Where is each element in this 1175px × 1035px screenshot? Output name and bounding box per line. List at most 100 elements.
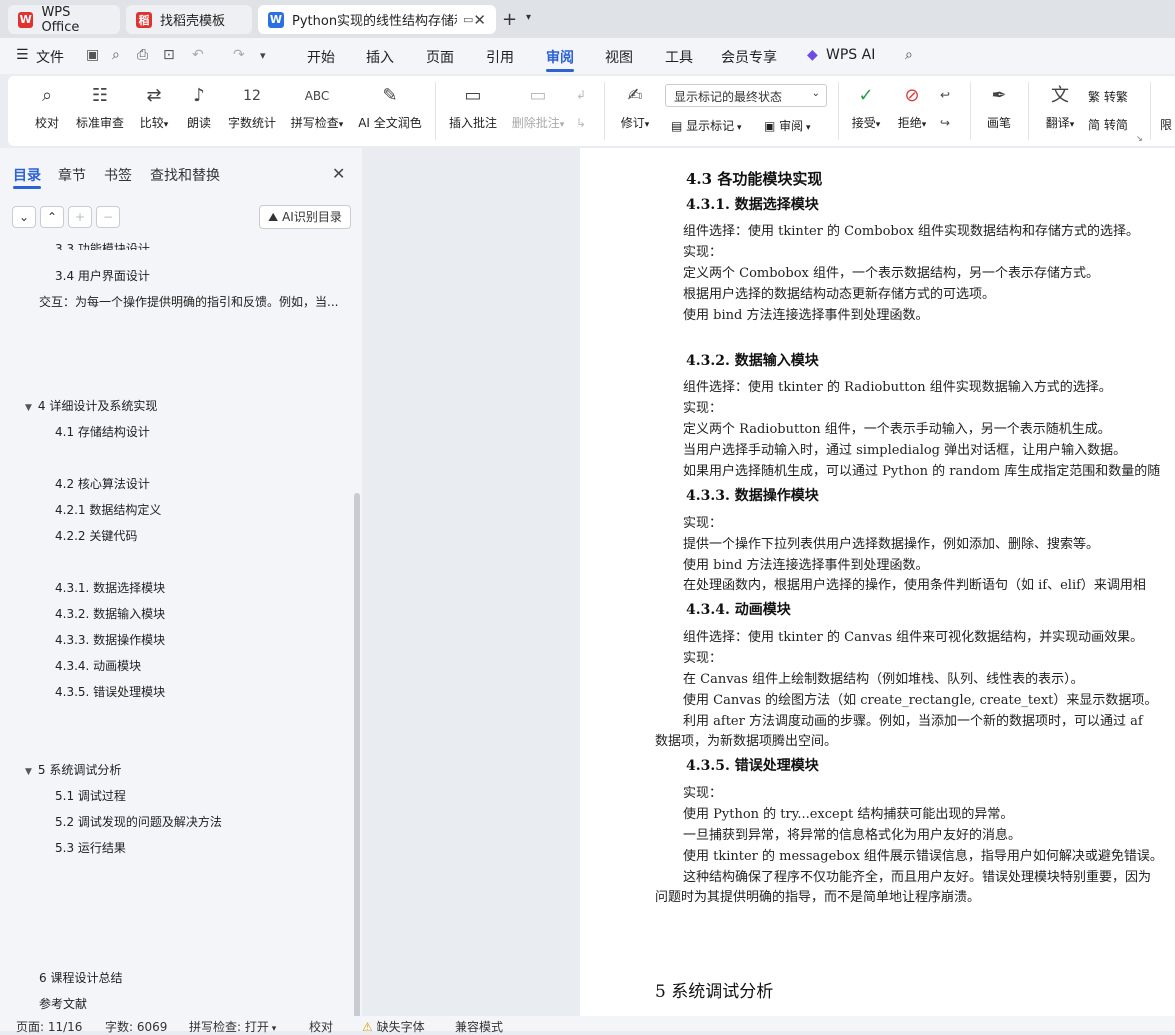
menu-insert[interactable]: 插入	[366, 47, 394, 67]
save-icon[interactable]: ▣	[86, 47, 99, 63]
button-label: 比较	[139, 116, 164, 130]
tab-docer-templates[interactable]: 稻 找稻壳模板	[126, 5, 252, 34]
chevron-down-icon[interactable]: ▾	[260, 49, 266, 62]
menu-home[interactable]: 开始	[307, 47, 335, 67]
tab-find-replace[interactable]: 查找和替换	[150, 165, 220, 185]
menu-references[interactable]: 引用	[486, 47, 514, 67]
proofread-button[interactable]: ⌕ 校对	[30, 84, 64, 131]
next-change-icon[interactable]: ↪	[940, 116, 950, 130]
ai-toc-button[interactable]: ⛰ AI识别目录	[259, 205, 351, 229]
share-icon[interactable]: ⌕	[112, 47, 120, 63]
missing-font-status[interactable]: ⚠ 缺失字体	[362, 1018, 425, 1035]
button-label: 转繁	[1103, 90, 1128, 104]
add-heading-button[interactable]: +	[68, 206, 92, 228]
ribbon-divider	[1028, 82, 1029, 140]
menu-tools[interactable]: 工具	[665, 47, 693, 67]
collapse-triangle-icon[interactable]: ▼	[25, 403, 32, 413]
toc-item[interactable]: 5.1 调试过程	[55, 787, 126, 804]
redo-icon[interactable]: ↷	[233, 47, 245, 63]
toc-item[interactable]: 4.3.5. 错误处理模块	[55, 683, 165, 700]
toc-item[interactable]: 4.3.2. 数据输入模块	[55, 605, 165, 622]
expand-icon[interactable]: ↘	[1136, 134, 1143, 143]
warning-icon: ⚠	[362, 1020, 377, 1034]
toc-item[interactable]: 5.3 运行结果	[55, 839, 126, 856]
menu-review[interactable]: 审阅	[546, 47, 574, 67]
insert-comment-button[interactable]: ▭ 插入批注	[446, 84, 500, 131]
menu-membership[interactable]: 会员专享	[721, 47, 777, 67]
toc-item[interactable]: 4.1 存储结构设计	[55, 423, 150, 440]
print-icon[interactable]: ⎙	[137, 47, 148, 63]
compare-button[interactable]: ⇄ 比较▾	[134, 84, 174, 131]
delete-comment-button[interactable]: ▭ 删除批注▾	[508, 84, 568, 131]
print-preview-icon[interactable]: ⊡	[163, 47, 175, 63]
menu-page[interactable]: 页面	[426, 47, 454, 67]
tab-wps-office[interactable]: W WPS Office	[8, 5, 120, 35]
prev-change-icon[interactable]: ↩	[940, 88, 950, 102]
toc-item[interactable]: 4.2.1 数据结构定义	[55, 501, 161, 518]
proofread-status[interactable]: 校对	[309, 1018, 333, 1035]
hamburger-icon[interactable]: ☰	[16, 47, 29, 63]
menu-file[interactable]: 文件	[36, 47, 64, 67]
proofread-icon: ⌕	[41, 85, 53, 106]
scrollbar[interactable]	[354, 493, 360, 1018]
page-indicator[interactable]: 页面: 11/16	[16, 1018, 82, 1035]
toc-item[interactable]: 5.2 调试发现的问题及解决方法	[55, 813, 222, 830]
remove-heading-button[interactable]: −	[96, 206, 120, 228]
prev-comment-icon[interactable]: ↲	[576, 88, 586, 102]
toc-item[interactable]: 交互：为每一个操作提供明确的指引和反馈。例如，当...	[39, 293, 344, 310]
tab-bar: W WPS Office 稻 找稻壳模板 W Python实现的线性结构存储和 …	[0, 0, 1175, 38]
tab-chapters[interactable]: 章节	[58, 165, 86, 185]
tab-bookmarks[interactable]: 书签	[104, 165, 132, 185]
ai-polish-button[interactable]: ✎ AI 全文润色	[356, 84, 424, 131]
word-count-button[interactable]: 12 字数统计	[226, 84, 278, 131]
word-count[interactable]: 字数: 6069	[105, 1018, 167, 1035]
toc-item[interactable]: 参考文献	[39, 995, 87, 1012]
toc-item[interactable]: 4.3.1. 数据选择模块	[55, 579, 165, 596]
accept-button[interactable]: ✓ 接受▾	[846, 84, 886, 131]
undo-icon[interactable]: ↶	[192, 47, 204, 63]
toc-item[interactable]: 4.3.4. 动画模块	[55, 657, 141, 674]
heading-4-3: 4.3 各功能模块实现	[686, 170, 823, 188]
paragraph: 利用 after 方法调度动画的步骤。例如，当添加一个新的数据项时，可以通过 a…	[683, 714, 1143, 729]
spell-check-button[interactable]: ABC 拼写检查▾	[286, 84, 348, 131]
pen-icon: ✒	[991, 85, 1007, 106]
collapse-all-button[interactable]: ⌃	[40, 206, 64, 228]
new-tab-icon[interactable]: +	[502, 9, 517, 30]
translate-button[interactable]: 文翻译▾	[1040, 84, 1080, 131]
menu-view[interactable]: 视图	[605, 47, 633, 67]
standard-review-button[interactable]: ☷ 标准审查	[74, 84, 126, 131]
chevron-down-icon[interactable]: ▾	[526, 12, 531, 23]
show-markup-button[interactable]: ▤ 显示标记 ▾	[671, 117, 742, 134]
toc-item[interactable]: 3.3 功能模块设计	[55, 240, 150, 250]
toc-item[interactable]: 4.3.3. 数据操作模块	[55, 631, 165, 648]
to-simplified-button[interactable]: 简 转简	[1088, 116, 1128, 133]
toc-item[interactable]: ▼ 4 详细设计及系统实现	[25, 397, 157, 414]
toc-item[interactable]: 4.2 核心算法设计	[55, 475, 150, 492]
toc-item[interactable]: 3.4 用户界面设计	[55, 267, 150, 284]
reject-button[interactable]: ⊘ 拒绝▾	[892, 84, 932, 131]
spell-check-status[interactable]: 拼写检查: 打开 ▾	[189, 1018, 276, 1035]
next-comment-icon[interactable]: ↳	[576, 116, 586, 130]
tab-toc[interactable]: 目录	[13, 165, 41, 185]
toc-item[interactable]: 6 课程设计总结	[39, 969, 122, 986]
search-icon[interactable]: ⌕	[905, 47, 913, 63]
markup-mode-select[interactable]: 显示标记的最终状态 ⌄	[665, 84, 827, 107]
button-label: 拼写检查	[290, 116, 339, 130]
review-pane-button[interactable]: ▣ 审阅 ▾	[764, 117, 811, 134]
toc-item[interactable]: 4.2.2 关键代码	[55, 527, 137, 544]
restrict-button[interactable]: 限	[1160, 116, 1172, 133]
to-traditional-button[interactable]: 繁 转繁	[1088, 88, 1128, 105]
close-tab-icon[interactable]: ✕	[473, 11, 486, 29]
toc-label: 5 系统调试分析	[37, 763, 122, 777]
paragraph: 问题时为其提供明确的指导，而不是简单地让程序崩溃。	[655, 890, 981, 905]
toc-item[interactable]: ▼ 5 系统调试分析	[25, 761, 121, 778]
expand-all-button[interactable]: ⌄	[12, 206, 36, 228]
tab-document[interactable]: W Python实现的线性结构存储和 ▭ ✕	[258, 5, 496, 34]
collapse-triangle-icon[interactable]: ▼	[25, 767, 32, 777]
menu-wps-ai[interactable]: WPS AI	[826, 47, 875, 63]
button-label: 审阅	[779, 119, 804, 133]
track-changes-button[interactable]: ✍ 修订▾	[615, 84, 655, 131]
close-icon[interactable]: ✕	[332, 164, 345, 183]
read-aloud-button[interactable]: ♪ 朗读	[184, 84, 214, 131]
ink-button[interactable]: ✒ 画笔	[983, 84, 1015, 131]
